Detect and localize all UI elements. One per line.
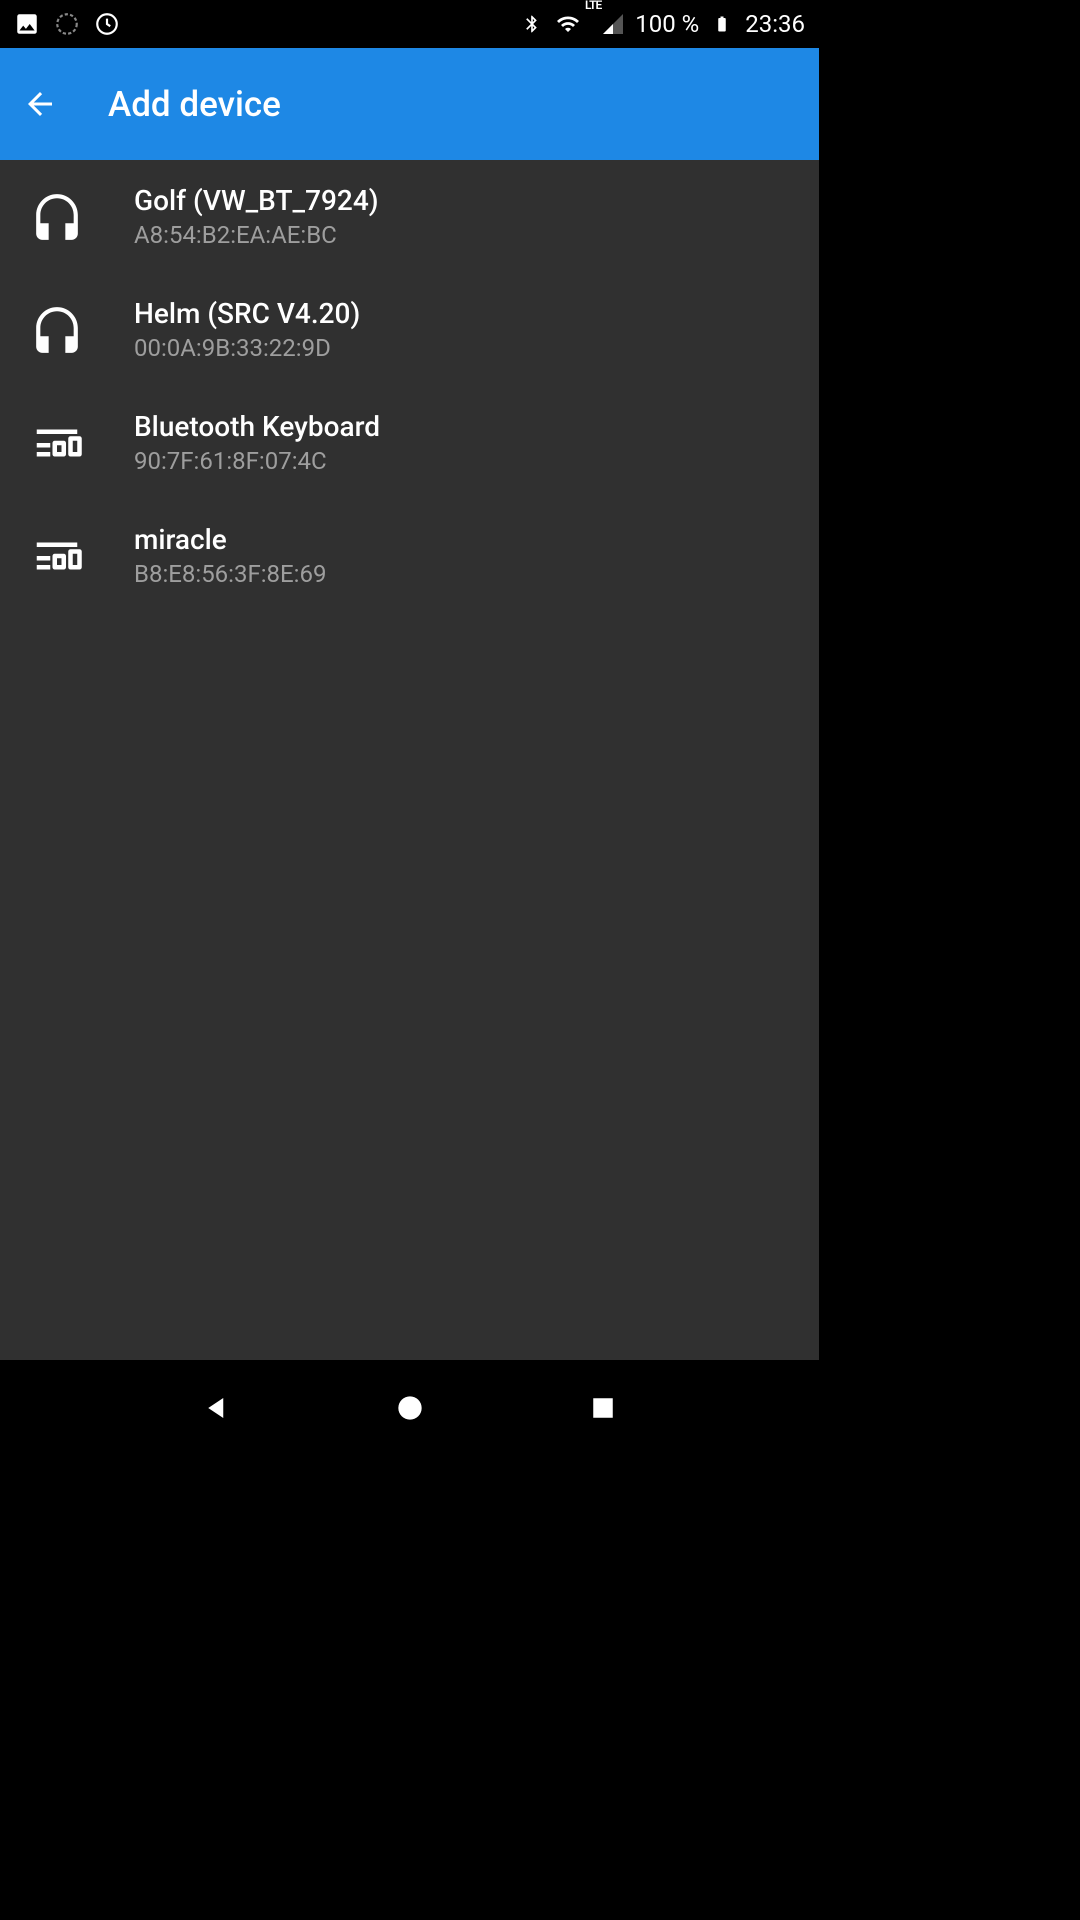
clock-time: 23:36 [745,10,805,38]
back-button[interactable] [20,84,60,124]
circle-home-icon [396,1394,424,1422]
device-row-miracle[interactable]: miracle B8:E8:56:3F:8E:69 [0,499,819,612]
device-mac-label: A8:54:B2:EA:AE:BC [134,221,379,249]
device-row-golf[interactable]: Golf (VW_BT_7924) A8:54:B2:EA:AE:BC [0,160,819,273]
device-text: miracle B8:E8:56:3F:8E:69 [134,523,326,588]
device-mac-label: B8:E8:56:3F:8E:69 [134,560,326,588]
triangle-back-icon [202,1393,232,1423]
device-name-label: Golf (VW_BT_7924) [134,184,379,217]
device-mac-label: 00:0A:9B:33:22:9D [134,334,360,362]
devices-icon [30,416,84,470]
lte-label: LTE [585,0,601,12]
status-bar: LTE 100 % 23:36 [0,0,819,48]
device-name-label: Bluetooth Keyboard [134,410,380,443]
nav-recent-button[interactable] [583,1388,623,1428]
device-name-label: Helm (SRC V4.20) [134,297,360,330]
navigation-bar [0,1360,819,1456]
headphones-icon [30,303,84,357]
device-name-label: miracle [134,523,326,556]
status-right-icons: LTE 100 % 23:36 [519,10,805,38]
loading-notification-icon [54,11,80,37]
device-list: Golf (VW_BT_7924) A8:54:B2:EA:AE:BC Helm… [0,160,819,1360]
cellular-signal-group: LTE [591,12,625,36]
device-text: Bluetooth Keyboard 90:7F:61:8F:07:4C [134,410,380,475]
device-row-keyboard[interactable]: Bluetooth Keyboard 90:7F:61:8F:07:4C [0,386,819,499]
page-title: Add device [108,84,281,125]
bluetooth-icon [519,11,545,37]
status-left-icons [14,11,120,37]
device-text: Helm (SRC V4.20) 00:0A:9B:33:22:9D [134,297,360,362]
device-mac-label: 90:7F:61:8F:07:4C [134,447,380,475]
devices-icon [30,529,84,583]
nav-back-button[interactable] [197,1388,237,1428]
battery-icon [709,11,735,37]
device-text: Golf (VW_BT_7924) A8:54:B2:EA:AE:BC [134,184,379,249]
device-row-helm[interactable]: Helm (SRC V4.20) 00:0A:9B:33:22:9D [0,273,819,386]
square-recent-icon [590,1395,616,1421]
wifi-icon [555,11,581,37]
clock-notification-icon [94,11,120,37]
nav-home-button[interactable] [390,1388,430,1428]
arrow-back-icon [22,86,58,122]
headphones-icon [30,190,84,244]
gallery-notification-icon [14,11,40,37]
app-bar: Add device [0,48,819,160]
battery-percentage: 100 % [635,10,699,38]
